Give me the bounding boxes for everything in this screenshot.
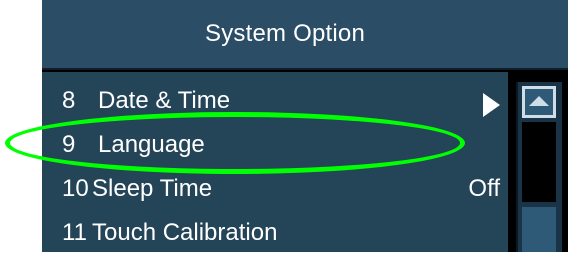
scroll-up-button[interactable] [522, 86, 556, 118]
menu-item-label: Touch Calibration [92, 218, 278, 246]
menu-item-touch-calibration[interactable]: 11 Touch Calibration [42, 210, 508, 255]
title-bar: System Option [42, 0, 568, 70]
chevron-right-icon [483, 93, 500, 117]
menu-item-value: Off [468, 174, 500, 202]
menu-item-number: 10 [62, 174, 89, 202]
menu-item-label: Date & Time [98, 86, 231, 114]
scroll-thumb[interactable] [522, 207, 556, 252]
scrollbar[interactable] [516, 82, 562, 252]
menu-item-number: 8 [62, 86, 76, 114]
menu-item-label: Sleep Time [92, 174, 213, 202]
menu-item-number: 11 [62, 218, 87, 246]
chevron-up-icon [529, 95, 549, 106]
highlight-ellipse [5, 112, 465, 174]
scroll-track[interactable] [522, 122, 556, 202]
page-title: System Option [205, 20, 365, 47]
